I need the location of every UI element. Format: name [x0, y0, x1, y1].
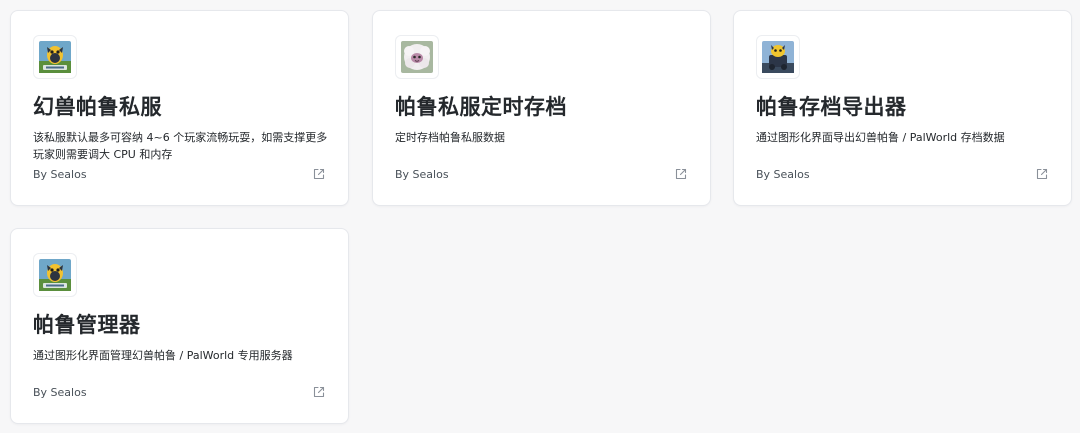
external-link-icon[interactable]	[312, 167, 326, 181]
sheep-pal-icon	[395, 35, 439, 79]
template-card-pal-manager[interactable]: 帕鲁管理器 通过图形化界面管理幻兽帕鲁 / PalWorld 专用服务器 By …	[10, 228, 349, 424]
card-title: 帕鲁私服定时存档	[395, 95, 567, 119]
template-card-palworld-server[interactable]: 幻兽帕鲁私服 该私服默认最多可容纳 4~6 个玩家流畅玩耍，如需支撑更多玩家则需…	[10, 10, 349, 206]
card-description: 通过图形化界面管理幻兽帕鲁 / PalWorld 专用服务器	[33, 349, 293, 362]
template-card-pal-save-scheduler[interactable]: 帕鲁私服定时存档 定时存档帕鲁私服数据 By Sealos	[372, 10, 711, 206]
card-title: 帕鲁管理器	[33, 313, 141, 337]
template-card-pal-save-exporter[interactable]: 帕鲁存档导出器 通过图形化界面导出幻兽帕鲁 / PalWorld 存档数据 By…	[733, 10, 1072, 206]
card-title: 幻兽帕鲁私服	[33, 95, 162, 119]
card-title: 帕鲁存档导出器	[756, 95, 907, 119]
card-description: 定时存档帕鲁私服数据	[395, 131, 505, 144]
card-author: By Sealos	[33, 168, 87, 181]
pal-mech-icon	[756, 35, 800, 79]
card-description: 通过图形化界面导出幻兽帕鲁 / PalWorld 存档数据	[756, 131, 1005, 144]
app-template-grid: 幻兽帕鲁私服 该私服默认最多可容纳 4~6 个玩家流畅玩耍，如需支撑更多玩家则需…	[0, 0, 1080, 433]
card-author: By Sealos	[395, 168, 449, 181]
external-link-icon[interactable]	[674, 167, 688, 181]
palworld-logo-icon	[33, 35, 77, 79]
external-link-icon[interactable]	[1035, 167, 1049, 181]
card-author: By Sealos	[33, 386, 87, 399]
card-author: By Sealos	[756, 168, 810, 181]
external-link-icon[interactable]	[312, 385, 326, 399]
card-description: 该私服默认最多可容纳 4~6 个玩家流畅玩耍，如需支撑更多玩家则需要调大 CPU…	[33, 131, 328, 161]
palworld-logo-icon	[33, 253, 77, 297]
